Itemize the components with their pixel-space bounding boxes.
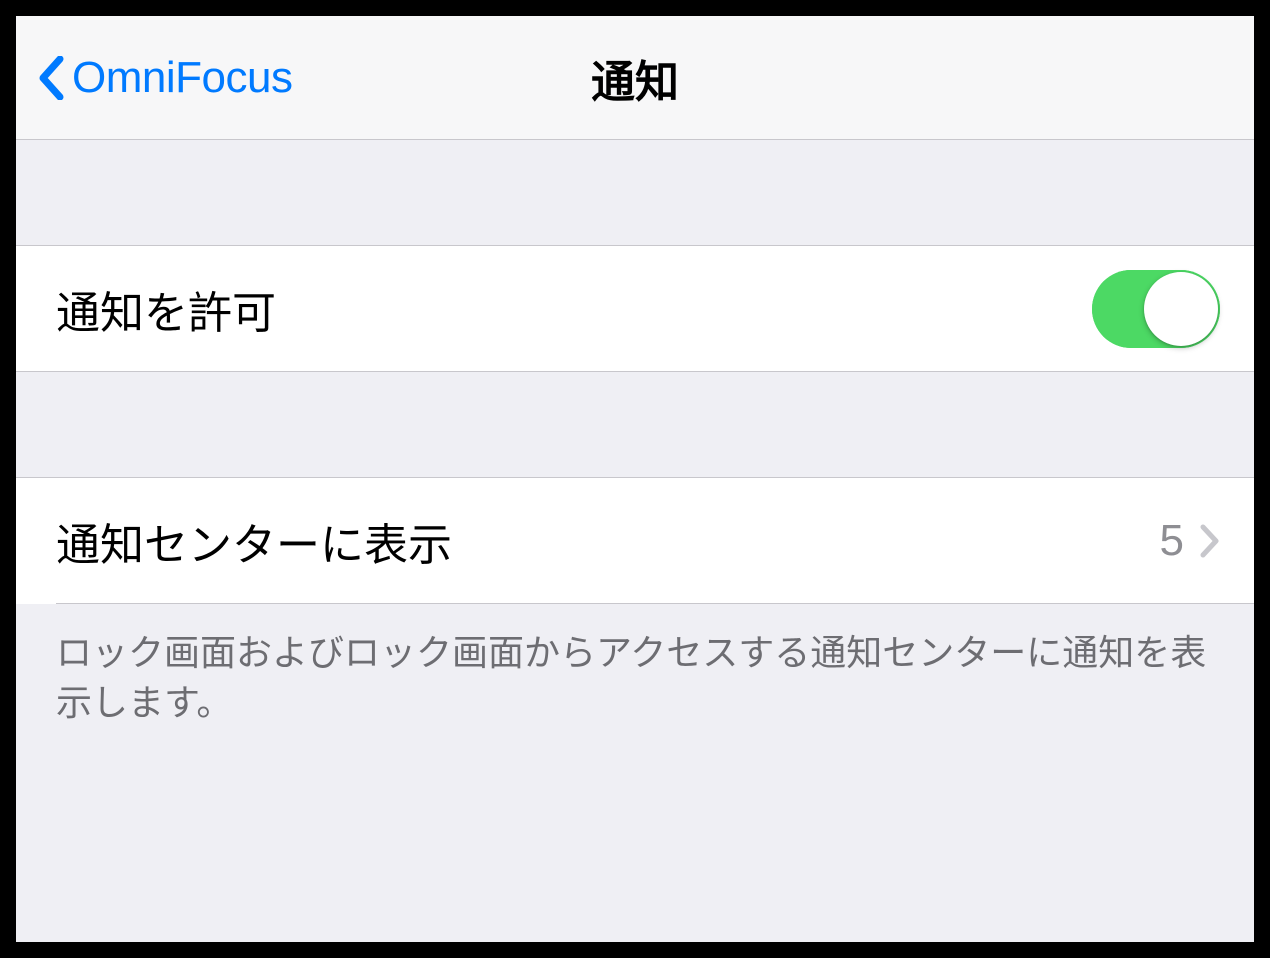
settings-screen: OmniFocus 通知 通知を許可 通知センターに表示 5 ロック画面およびロ…: [16, 16, 1254, 942]
allow-notifications-label: 通知を許可: [56, 277, 276, 341]
chevron-right-icon: [1200, 524, 1220, 558]
section-footer-text: ロック画面およびロック画面からアクセスする通知センターに通知を表示します。: [16, 604, 1254, 753]
allow-notifications-row: 通知を許可: [16, 246, 1254, 372]
navigation-bar: OmniFocus 通知: [16, 16, 1254, 140]
cell-accessory: 5: [1160, 516, 1220, 566]
section-gap: [16, 372, 1254, 478]
back-button-label: OmniFocus: [72, 53, 292, 103]
chevron-left-icon: [38, 56, 64, 100]
notification-center-label: 通知センターに表示: [56, 509, 452, 573]
notification-center-row[interactable]: 通知センターに表示 5: [16, 478, 1254, 604]
allow-notifications-switch[interactable]: [1092, 270, 1220, 348]
switch-knob: [1144, 272, 1218, 346]
section-gap: [16, 140, 1254, 246]
notification-center-value: 5: [1160, 516, 1184, 566]
back-button[interactable]: OmniFocus: [16, 53, 292, 103]
device-frame: OmniFocus 通知 通知を許可 通知センターに表示 5 ロック画面およびロ…: [0, 0, 1270, 958]
page-title: 通知: [591, 46, 679, 110]
